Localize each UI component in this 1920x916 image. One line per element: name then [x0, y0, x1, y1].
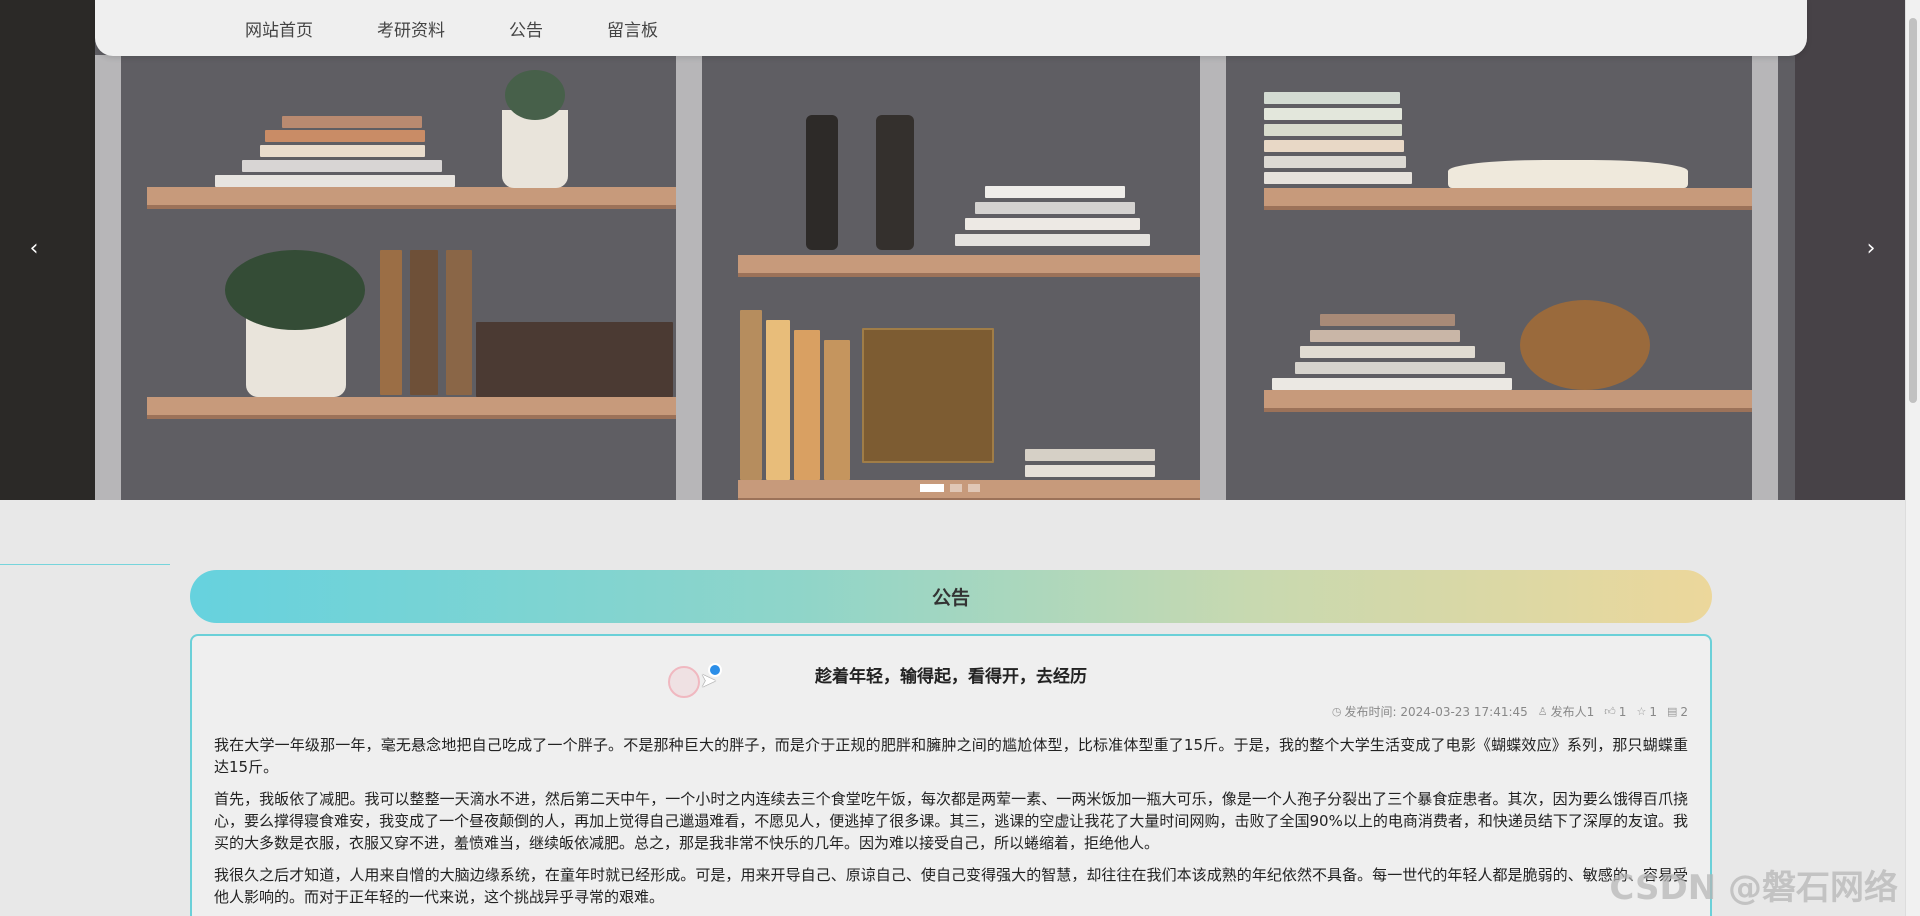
chevron-left-icon: ‹ [29, 235, 39, 261]
publish-time: ◷ 发布时间: 2024-03-23 17:41:45 [1332, 703, 1528, 720]
carousel-indicators [920, 484, 980, 492]
carousel-indicator[interactable] [920, 484, 944, 492]
hero-carousel: ‹ › [0, 0, 1905, 500]
nav-item-materials[interactable]: 考研资料 [377, 16, 445, 41]
carousel-indicator[interactable] [968, 484, 980, 492]
user-icon: ♙ [1537, 705, 1548, 718]
article-card: 趁着年轻，输得起，看得开，去经历 ◷ 发布时间: 2024-03-23 17:4… [190, 634, 1712, 916]
clock-icon: ◷ [1331, 705, 1342, 718]
mouse-pointer-icon: ➤ [700, 668, 717, 692]
comment-count-item: ▤ 2 [1667, 703, 1688, 720]
like-button[interactable]: 👍︎ 1 [1604, 703, 1626, 720]
article-meta: ◷ 发布时间: 2024-03-23 17:41:45 ♙ 发布人1 👍︎ 1 … [214, 703, 1688, 720]
comment-icon: ▤ [1666, 705, 1678, 718]
nav-item-message-board[interactable]: 留言板 [607, 16, 658, 41]
star-icon: ☆ [1636, 705, 1647, 718]
publish-time-text: 发布时间: 2024-03-23 17:41:45 [1344, 705, 1528, 719]
thumbs-up-icon: 👍︎ [1604, 705, 1616, 718]
favorite-count: 1 [1649, 704, 1657, 719]
nav-item-home[interactable]: 网站首页 [245, 16, 313, 41]
publisher-text: 发布人1 [1550, 705, 1595, 719]
comment-count: 2 [1680, 704, 1688, 719]
like-count: 1 [1618, 704, 1627, 719]
article-title: 趁着年轻，输得起，看得开，去经历 [815, 667, 1087, 687]
carousel-slide-image [0, 0, 1905, 500]
divider [0, 564, 170, 565]
watermark: CSDN @磐石网络 [1609, 868, 1898, 908]
click-indicator [668, 666, 700, 698]
section-title: 公告 [931, 587, 970, 609]
notice-section-header: 公告 [190, 570, 1712, 623]
carousel-indicator[interactable] [950, 484, 962, 492]
page-scrollbar[interactable] [1905, 0, 1920, 916]
favorite-button[interactable]: ☆ 1 [1636, 703, 1657, 720]
carousel-next-button[interactable]: › [1853, 230, 1889, 266]
article-paragraph: 我在大学一年级那一年，毫无悬念地把自己吃成了一个胖子。不是那种巨大的胖子，而是介… [214, 736, 1688, 776]
main-nav: 网站首页 考研资料 公告 留言板 [95, 0, 1807, 56]
article-paragraph: 首先，我皈依了减肥。我可以整整一天滴水不进，然后第二天中午，一个小时之内连续去三… [214, 790, 1688, 852]
nav-item-notice[interactable]: 公告 [509, 16, 543, 41]
carousel-prev-button[interactable]: ‹ [16, 230, 52, 266]
article-paragraph: 我很久之后才知道，人用来自憎的大脑边缘系统，在童年时就已经形成。可是，用来开导自… [214, 866, 1688, 906]
scrollbar-thumb[interactable] [1909, 18, 1917, 403]
chevron-right-icon: › [1866, 235, 1876, 261]
publisher: ♙ 发布人1 [1538, 703, 1595, 720]
